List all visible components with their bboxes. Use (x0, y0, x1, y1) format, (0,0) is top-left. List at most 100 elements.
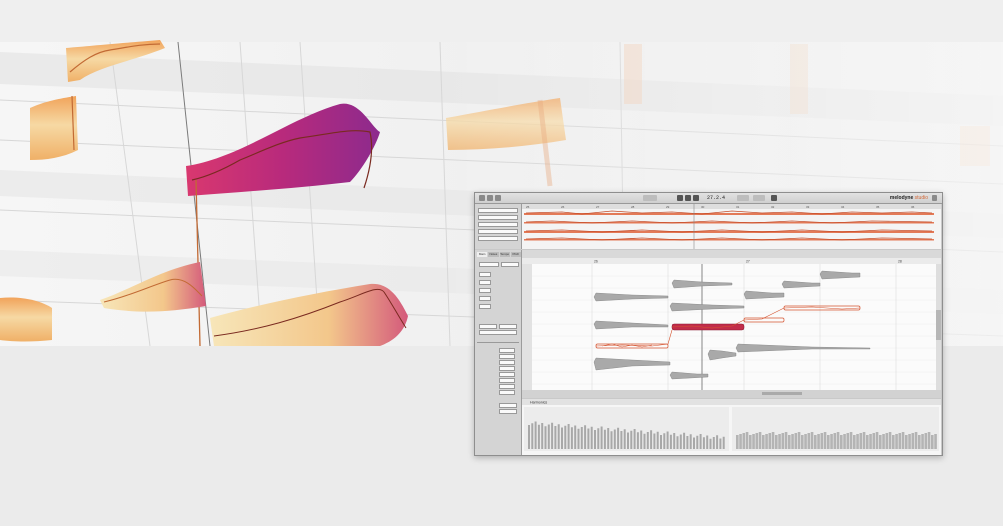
harmonic-bar[interactable] (905, 435, 908, 449)
harmonic-bar[interactable] (836, 432, 840, 449)
harmonic-bar[interactable] (584, 425, 587, 449)
harmonic-bar[interactable] (927, 432, 931, 449)
harmonic-bar[interactable] (797, 432, 801, 449)
harmonic-bar[interactable] (699, 434, 702, 449)
harmonic-bar[interactable] (607, 428, 610, 449)
track-row[interactable] (478, 222, 518, 227)
harmonic-bar[interactable] (888, 432, 892, 449)
harmonic-bar[interactable] (653, 433, 656, 450)
track-row[interactable] (478, 236, 518, 241)
harmonic-bar[interactable] (879, 435, 882, 449)
signature-field[interactable] (753, 195, 765, 201)
zoom-field[interactable] (643, 195, 657, 201)
harmonic-bar[interactable] (843, 434, 846, 449)
harmonic-bar[interactable] (676, 436, 679, 449)
menu-icon[interactable] (479, 195, 485, 201)
harmonic-bar[interactable] (895, 434, 898, 449)
tab-main[interactable]: Main (477, 252, 488, 257)
harmonic-bar[interactable] (646, 432, 649, 449)
inspector-field[interactable] (479, 324, 497, 329)
harmonic-bar[interactable] (908, 434, 911, 449)
harmonic-bar[interactable] (716, 435, 719, 449)
window-button[interactable] (932, 195, 937, 201)
harmonic-bar[interactable] (807, 433, 811, 449)
harmonic-bar[interactable] (683, 432, 686, 449)
harmonic-bar[interactable] (918, 435, 921, 449)
harmonic-bar[interactable] (911, 433, 915, 449)
harmonic-bar[interactable] (794, 433, 798, 449)
harmonic-bar[interactable] (693, 437, 695, 450)
tab-pitch[interactable]: Pitch (510, 252, 521, 257)
harmonic-bar[interactable] (872, 433, 876, 449)
inspector-field[interactable] (479, 272, 491, 277)
inspector-field[interactable] (479, 330, 517, 335)
harmonic-bar[interactable] (762, 435, 765, 449)
harmonic-bar[interactable] (778, 434, 781, 449)
harmonic-bar[interactable] (650, 430, 653, 449)
harmonic-bar[interactable] (567, 424, 570, 449)
harmonic-bar[interactable] (679, 434, 682, 450)
harmonic-bar[interactable] (633, 429, 636, 449)
harmonic-bar[interactable] (587, 428, 590, 450)
harmonic-bar[interactable] (882, 434, 885, 449)
harmonic-bar[interactable] (823, 432, 827, 449)
harmonic-bar[interactable] (660, 435, 662, 449)
note-editor[interactable]: 26 27 28 (522, 250, 941, 398)
track-row[interactable] (478, 208, 518, 213)
harmonic-bar[interactable] (630, 430, 633, 449)
harmonic-bar[interactable] (623, 429, 626, 449)
harmonic-bar[interactable] (820, 433, 824, 449)
harmonic-bar[interactable] (755, 433, 759, 449)
vertical-scrollbar[interactable] (936, 310, 941, 340)
harmonic-bar[interactable] (924, 433, 928, 449)
harmonic-bar[interactable] (656, 431, 659, 449)
harmonic-bar[interactable] (613, 429, 616, 450)
redo-icon[interactable] (495, 195, 501, 201)
harmonic-bar[interactable] (610, 431, 613, 449)
selected-note[interactable] (671, 323, 745, 331)
harmonic-bar[interactable] (866, 435, 869, 449)
harmonic-bar[interactable] (745, 432, 749, 449)
tempo-field[interactable] (737, 195, 749, 201)
harmonic-bar[interactable] (686, 436, 689, 449)
harmonic-bar[interactable] (534, 421, 537, 450)
harmonic-bar[interactable] (814, 435, 817, 449)
harmonic-bar[interactable] (603, 429, 606, 449)
harmonic-bar[interactable] (736, 435, 739, 449)
harmonic-bar[interactable] (702, 437, 705, 449)
harmonic-bar[interactable] (765, 434, 768, 449)
undo-icon[interactable] (487, 195, 493, 201)
harmonic-bar[interactable] (817, 434, 820, 449)
harmonic-bar[interactable] (547, 424, 550, 450)
tab-notes[interactable]: Notes (488, 252, 499, 257)
loop-icon[interactable] (771, 195, 777, 201)
harmonic-bar[interactable] (627, 432, 629, 450)
inspector-field[interactable] (499, 378, 515, 383)
harmonic-bar[interactable] (768, 433, 772, 449)
harmonic-bar[interactable] (931, 435, 934, 449)
tab-tempo[interactable]: Tempo (499, 252, 510, 257)
harmonic-bar[interactable] (862, 432, 866, 449)
harmonic-bar[interactable] (696, 435, 699, 449)
inspector-field[interactable] (501, 262, 519, 267)
harmonic-bar[interactable] (537, 424, 540, 449)
harmonic-bar[interactable] (914, 432, 918, 449)
harmonic-bar[interactable] (739, 434, 742, 449)
harmonic-bar[interactable] (849, 432, 853, 449)
inspector-field[interactable] (499, 348, 515, 353)
harmonic-bar[interactable] (921, 434, 924, 449)
note-outline[interactable] (743, 317, 785, 323)
harmonic-bar[interactable] (810, 432, 814, 449)
inspector-field[interactable] (479, 296, 491, 301)
harmonic-bar[interactable] (594, 430, 596, 449)
harmonic-bar[interactable] (669, 434, 672, 449)
inspector-field[interactable] (499, 366, 515, 371)
harmonic-bar[interactable] (570, 427, 573, 449)
inspector-field[interactable] (499, 324, 517, 329)
harmonic-bar[interactable] (544, 426, 547, 449)
harmonic-bar[interactable] (590, 426, 593, 449)
track-row[interactable] (478, 215, 518, 220)
track-row[interactable] (478, 229, 518, 234)
harmonic-bar[interactable] (528, 425, 530, 449)
harmonic-bar[interactable] (875, 432, 879, 449)
